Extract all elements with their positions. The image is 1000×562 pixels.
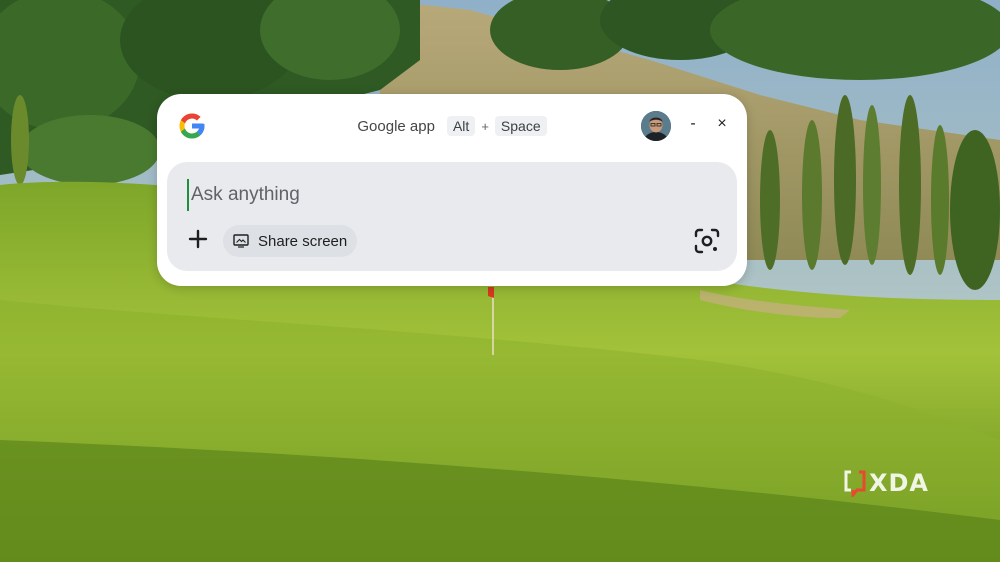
xda-watermark: XDA (843, 468, 929, 498)
shortcut-key-space: Space (494, 116, 547, 136)
prompt-card: Share screen (167, 162, 737, 271)
google-app-window: Google app Alt + Space - × Ask anything … (157, 94, 747, 286)
google-lens-icon (694, 228, 720, 254)
close-icon: × (717, 115, 727, 132)
xda-watermark-text: XDA (869, 469, 929, 497)
app-title: Google app (357, 117, 435, 135)
share-screen-label: Share screen (258, 232, 348, 250)
screen-icon (233, 234, 249, 248)
shortcut-key-alt: Alt (446, 116, 476, 136)
add-attachment-button[interactable] (186, 227, 210, 251)
google-lens-button[interactable] (693, 227, 721, 255)
xda-logo-icon (844, 470, 866, 497)
close-button[interactable]: × (710, 112, 734, 136)
shortcut-separator: + (481, 118, 489, 134)
account-avatar[interactable] (641, 111, 671, 141)
share-screen-button[interactable]: Share screen (223, 225, 357, 257)
ask-anything-input[interactable] (187, 179, 713, 211)
plus-icon (188, 229, 208, 249)
profile-photo (641, 111, 671, 141)
minimize-button[interactable]: - (681, 112, 705, 136)
